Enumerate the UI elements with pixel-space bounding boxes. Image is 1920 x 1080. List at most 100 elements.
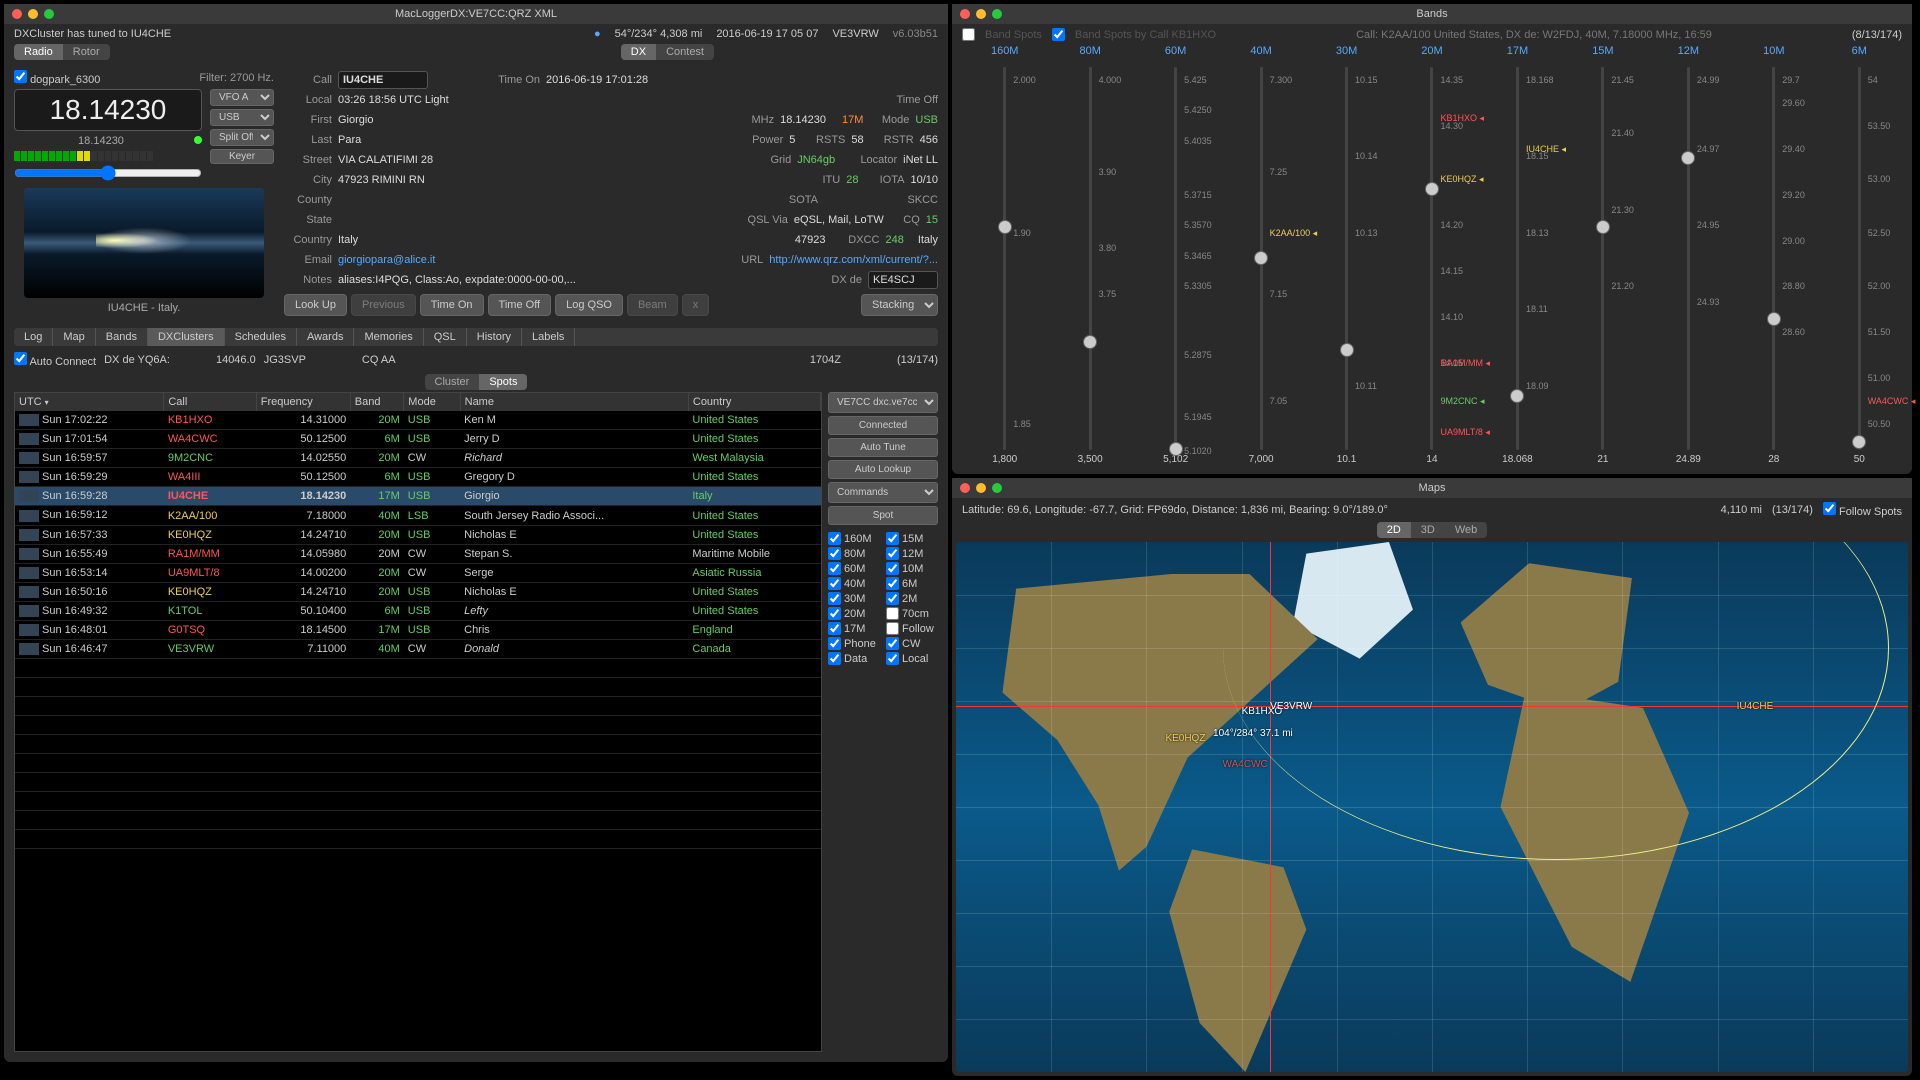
filter-160m[interactable]: 160M xyxy=(828,532,880,545)
filter-40m[interactable]: 40M xyxy=(828,577,880,590)
table-row[interactable]: Sun 16:53:14UA9MLT/814.0020020MCWSergeAs… xyxy=(15,563,821,582)
band-slider-60m[interactable]: 60M5.4255.42505.40355.37155.35705.34655.… xyxy=(1133,45,1218,468)
connected-button[interactable]: Connected xyxy=(828,416,938,435)
table-row[interactable]: Sun 17:02:22KB1HXO14.3100020MUSBKen MUni… xyxy=(15,411,821,430)
filter-phone[interactable]: Phone xyxy=(828,637,880,650)
band-filter-checks[interactable]: 160M 15M 80M 12M 60M 10M 40M 6M 30M 2M 2… xyxy=(828,532,938,665)
autolookup-button[interactable]: Auto Lookup xyxy=(828,460,938,479)
cluster-select[interactable]: VE7CC dxc.ve7cc... xyxy=(828,392,938,413)
table-row[interactable]: Sun 16:57:33KE0HQZ14.2471020MUSBNicholas… xyxy=(15,525,821,544)
bands-sliders[interactable]: 160M2.0001.901.851,80080M4.0003.903.803.… xyxy=(952,45,1912,474)
spots-table[interactable]: UTC ▾CallFrequencyBandModeNameCountry Su… xyxy=(14,392,822,1052)
x-button[interactable]: x xyxy=(682,294,710,316)
tab-awards[interactable]: Awards xyxy=(297,328,354,346)
keyer-button[interactable]: Keyer xyxy=(210,149,274,164)
mode-select[interactable]: USB xyxy=(210,109,274,126)
bands-chk2[interactable] xyxy=(1052,28,1065,41)
radio-rotor-segment[interactable]: RadioRotor xyxy=(14,44,110,60)
filter-17m[interactable]: 17M xyxy=(828,622,880,635)
header-row: DXCluster has tuned to IU4CHE ● 54°/234°… xyxy=(4,24,948,44)
table-row[interactable]: Sun 17:01:54WA4CWC50.125006MUSBJerry DUn… xyxy=(15,430,821,449)
table-row[interactable]: Sun 16:59:29WA4III50.125006MUSBGregory D… xyxy=(15,468,821,487)
band-slider-10m[interactable]: 10M29.729.6029.4029.2029.0028.8028.6028 xyxy=(1731,45,1816,468)
bands-count: (8/13/174) xyxy=(1852,29,1902,41)
cluster-checkbox[interactable]: dogpark_6300 xyxy=(14,70,100,86)
table-row[interactable]: Sun 16:59:12K2AA/1007.1800040MLSBSouth J… xyxy=(15,506,821,525)
beam-button[interactable]: Beam xyxy=(627,294,678,316)
filter-20m[interactable]: 20M xyxy=(828,607,880,620)
filter-2m[interactable]: 2M xyxy=(886,592,938,605)
spot-button[interactable]: Spot xyxy=(828,506,938,525)
stacking-select[interactable]: Stacking xyxy=(861,294,938,316)
table-row[interactable]: Sun 16:46:47VE3VRW7.1100040MCWDonaldCana… xyxy=(15,640,821,659)
band-slider-80m[interactable]: 80M4.0003.903.803.753,500 xyxy=(1047,45,1132,468)
tab-labels[interactable]: Labels xyxy=(522,328,575,346)
band-slider-17m[interactable]: 17M18.16818.1518.1318.1118.09IU4CHE ◂18.… xyxy=(1475,45,1560,468)
band-slider-15m[interactable]: 15M21.4521.4021.3021.2021 xyxy=(1560,45,1645,468)
maps-titlebar: Maps xyxy=(952,478,1912,498)
table-row[interactable]: Sun 16:59:579M2CNC14.0255020MCWRichardWe… xyxy=(15,449,821,468)
filter-local[interactable]: Local xyxy=(886,652,938,665)
filter-cw[interactable]: CW xyxy=(886,637,938,650)
filter-10m[interactable]: 10M xyxy=(886,562,938,575)
autoconnect-checkbox[interactable]: Auto Connect xyxy=(14,352,96,368)
bands-chk1[interactable] xyxy=(962,28,975,41)
band-slider-160m[interactable]: 160M2.0001.901.851,800 xyxy=(962,45,1047,468)
main-tabs[interactable]: LogMapBandsDXClustersSchedulesAwardsMemo… xyxy=(14,328,938,346)
frequency-display[interactable]: 18.14230 xyxy=(14,89,202,131)
dx-contest-segment[interactable]: DXContest xyxy=(621,44,714,60)
vfo-select[interactable]: VFO A xyxy=(210,89,274,106)
timeon-button[interactable]: Time On xyxy=(420,294,484,316)
split-select[interactable]: Split Off xyxy=(210,129,274,146)
tab-log[interactable]: Log xyxy=(14,328,53,346)
window-controls[interactable] xyxy=(12,9,54,19)
dxde-input[interactable] xyxy=(868,271,938,289)
window-controls[interactable] xyxy=(960,483,1002,493)
frequency-small: 18.14230 xyxy=(14,135,188,147)
logqso-button[interactable]: Log QSO xyxy=(555,294,623,316)
table-row[interactable]: Sun 16:50:16KE0HQZ14.2471020MUSBNicholas… xyxy=(15,582,821,601)
map-view[interactable]: KE0HQZKB1HXOVE3VRW104°/284° 37.1 miWA4CW… xyxy=(956,542,1908,1072)
filter-30m[interactable]: 30M xyxy=(828,592,880,605)
email-link[interactable]: giorgiopara@alice.it xyxy=(338,254,435,266)
maps-view-segment[interactable]: 2D3DWeb xyxy=(1377,522,1488,538)
filter-12m[interactable]: 12M xyxy=(886,547,938,560)
table-row[interactable]: Sun 16:48:01G0TSQ18.1450017MUSBChrisEngl… xyxy=(15,621,821,640)
filter-follow[interactable]: Follow xyxy=(886,622,938,635)
tab-bands[interactable]: Bands xyxy=(96,328,148,346)
window-controls[interactable] xyxy=(960,9,1002,19)
band-slider-20m[interactable]: 20M14.3514.3014.2014.1514.1014.05KB1HXO … xyxy=(1389,45,1474,468)
filter-70cm[interactable]: 70cm xyxy=(886,607,938,620)
table-row[interactable]: Sun 16:49:32K1TOL50.104006MUSBLeftyUnite… xyxy=(15,601,821,620)
tab-history[interactable]: History xyxy=(467,328,522,346)
band-slider-6m[interactable]: 6M5453.5053.0052.5052.0051.5051.0050.50W… xyxy=(1817,45,1902,468)
filter-60m[interactable]: 60M xyxy=(828,562,880,575)
tune-slider[interactable] xyxy=(14,165,202,181)
commands-select[interactable]: Commands xyxy=(828,482,938,503)
autotune-button[interactable]: Auto Tune xyxy=(828,438,938,457)
tab-dxclusters[interactable]: DXClusters xyxy=(148,328,225,346)
table-row[interactable]: Sun 16:59:28IU4CHE18.1423017MUSBGiorgioI… xyxy=(15,487,821,506)
band-slider-12m[interactable]: 12M24.9924.9724.9524.9324.89 xyxy=(1646,45,1731,468)
filter-80m[interactable]: 80M xyxy=(828,547,880,560)
band-slider-30m[interactable]: 30M10.1510.1410.1310.1110.1 xyxy=(1304,45,1389,468)
url-link[interactable]: http://www.qrz.com/xml/current/?... xyxy=(769,254,938,266)
filter-data[interactable]: Data xyxy=(828,652,880,665)
band-slider-40m[interactable]: 40M7.3007.257.157.05K2AA/100 ◂7,000 xyxy=(1218,45,1303,468)
filter-15m[interactable]: 15M xyxy=(886,532,938,545)
tab-schedules[interactable]: Schedules xyxy=(225,328,297,346)
maps-window: Maps Latitude: 69.6, Longitude: -67.7, G… xyxy=(952,478,1912,1076)
cluster-spots-segment[interactable]: ClusterSpots xyxy=(425,374,528,390)
table-row[interactable]: Sun 16:55:49RA1M/MM14.0598020MCWStepan S… xyxy=(15,544,821,563)
location-thumbnail xyxy=(24,188,264,298)
filter-6m[interactable]: 6M xyxy=(886,577,938,590)
tab-qsl[interactable]: QSL xyxy=(424,328,467,346)
bands-titlebar: Bands xyxy=(952,4,1912,24)
call-input[interactable] xyxy=(338,71,428,89)
previous-button[interactable]: Previous xyxy=(351,294,416,316)
lookup-button[interactable]: Look Up xyxy=(284,294,347,316)
tab-map[interactable]: Map xyxy=(53,328,95,346)
tab-memories[interactable]: Memories xyxy=(354,328,423,346)
timeoff-button[interactable]: Time Off xyxy=(488,294,552,316)
follow-spots-checkbox[interactable]: Follow Spots xyxy=(1823,502,1902,518)
